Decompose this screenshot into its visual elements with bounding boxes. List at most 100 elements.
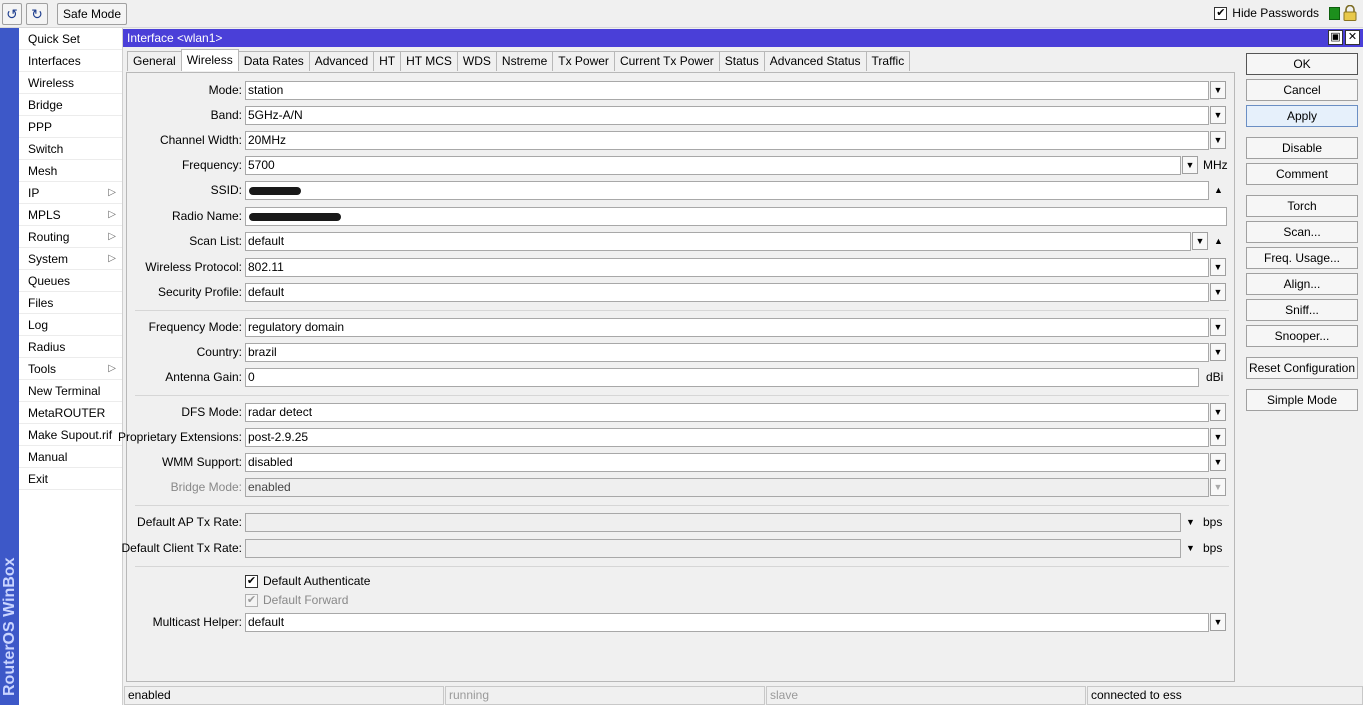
- menu-item-new-terminal[interactable]: New Terminal: [19, 380, 122, 402]
- menu-item-mpls[interactable]: MPLS ▷: [19, 204, 122, 226]
- tab-traffic[interactable]: Traffic: [865, 51, 911, 71]
- multicast-helper-dropdown-icon[interactable]: ▼: [1210, 613, 1226, 631]
- wmm-support-field[interactable]: disabled: [245, 453, 1209, 472]
- wmm-support-dropdown-icon[interactable]: ▼: [1210, 453, 1226, 471]
- menu-item-queues[interactable]: Queues: [19, 270, 122, 292]
- country-field[interactable]: brazil: [245, 343, 1209, 362]
- restore-icon[interactable]: ▣: [1328, 30, 1343, 45]
- disable-button[interactable]: Disable: [1246, 137, 1358, 159]
- menu-item-exit[interactable]: Exit: [19, 468, 122, 490]
- ssid-collapse-icon[interactable]: ▲: [1214, 185, 1223, 195]
- frequency-mode-field[interactable]: regulatory domain: [245, 318, 1209, 337]
- menu-item-radius[interactable]: Radius: [19, 336, 122, 358]
- menu-item-label: Radius: [28, 340, 66, 354]
- antenna-gain-field[interactable]: 0: [245, 368, 1199, 387]
- proprietary-extensions-field[interactable]: post-2.9.25: [245, 428, 1209, 447]
- channel-width-field[interactable]: 20MHz: [245, 131, 1209, 150]
- menu-item-files[interactable]: Files: [19, 292, 122, 314]
- menu-item-bridge[interactable]: Bridge: [19, 94, 122, 116]
- comment-button[interactable]: Comment: [1246, 163, 1358, 185]
- wireless-protocol-field[interactable]: 802.11: [245, 258, 1209, 277]
- default-authenticate-checkbox[interactable]: ✔: [245, 574, 258, 588]
- tab-nstreme[interactable]: Nstreme: [495, 51, 554, 71]
- band-field[interactable]: 5GHz-A/N: [245, 106, 1209, 125]
- scan-button[interactable]: Scan...: [1246, 221, 1358, 243]
- menu-item-quick-set[interactable]: Quick Set: [19, 28, 122, 50]
- sniff-button[interactable]: Sniff...: [1246, 299, 1358, 321]
- tab-status[interactable]: Status: [718, 51, 765, 71]
- close-icon[interactable]: ✕: [1345, 30, 1360, 45]
- snooper-button[interactable]: Snooper...: [1246, 325, 1358, 347]
- tab-general[interactable]: General: [127, 51, 182, 71]
- menu-item-label: Routing: [28, 230, 70, 244]
- status-indicator-icon: [1329, 7, 1340, 20]
- radio-name-field[interactable]: [245, 207, 1227, 226]
- frequency-mode-dropdown-icon[interactable]: ▼: [1210, 318, 1226, 336]
- menu-item-metarouter[interactable]: MetaROUTER: [19, 402, 122, 424]
- dfs-mode-dropdown-icon[interactable]: ▼: [1210, 403, 1226, 421]
- ssid-field[interactable]: [245, 181, 1209, 200]
- frequency-dropdown-icon[interactable]: ▼: [1182, 156, 1198, 174]
- mode-dropdown-icon[interactable]: ▼: [1210, 81, 1226, 99]
- safe-mode-button[interactable]: Safe Mode: [57, 3, 127, 25]
- menu-item-make-supout-rif[interactable]: Make Supout.rif: [19, 424, 122, 446]
- default-client-tx-rate-field[interactable]: [245, 539, 1181, 558]
- tab-wds[interactable]: WDS: [456, 51, 497, 71]
- hide-passwords-checkbox[interactable]: ✔: [1214, 6, 1228, 20]
- window-titlebar[interactable]: Interface <wlan1> ▣ ✕: [123, 29, 1363, 47]
- tab-advanced[interactable]: Advanced: [308, 51, 375, 71]
- tab-wireless[interactable]: Wireless: [180, 49, 239, 71]
- menu-item-label: Interfaces: [28, 54, 81, 68]
- tab-bar: General Wireless Data Rates Advanced HT HT MC…: [127, 49, 911, 71]
- menu-item-log[interactable]: Log: [19, 314, 122, 336]
- default-ap-tx-rate-field[interactable]: [245, 513, 1181, 532]
- country-dropdown-icon[interactable]: ▼: [1210, 343, 1226, 361]
- undo-icon[interactable]: ↺: [2, 3, 22, 25]
- security-profile-dropdown-icon[interactable]: ▼: [1210, 283, 1226, 301]
- tab-ht[interactable]: HT: [373, 51, 402, 71]
- menu-item-manual[interactable]: Manual: [19, 446, 122, 468]
- menu-item-ip[interactable]: IP ▷: [19, 182, 122, 204]
- security-profile-field[interactable]: default: [245, 283, 1209, 302]
- channel-width-dropdown-icon[interactable]: ▼: [1210, 131, 1226, 149]
- simple-mode-button[interactable]: Simple Mode: [1246, 389, 1358, 411]
- separator: [135, 310, 1229, 311]
- tab-current-tx-power[interactable]: Current Tx Power: [613, 51, 720, 71]
- tab-ht-mcs[interactable]: HT MCS: [400, 51, 458, 71]
- wireless-protocol-dropdown-icon[interactable]: ▼: [1210, 258, 1226, 276]
- menu-item-system[interactable]: System ▷: [19, 248, 122, 270]
- scan-list-field[interactable]: default: [245, 232, 1191, 251]
- default-ap-tx-rate-expand-icon[interactable]: ▼: [1186, 517, 1195, 527]
- menu-item-wireless[interactable]: Wireless: [19, 72, 122, 94]
- default-authenticate-toggle[interactable]: ✔ Default Authenticate: [245, 574, 370, 588]
- menu-item-tools[interactable]: Tools ▷: [19, 358, 122, 380]
- tab-data-rates[interactable]: Data Rates: [237, 51, 310, 71]
- multicast-helper-field[interactable]: default: [245, 613, 1209, 632]
- band-dropdown-icon[interactable]: ▼: [1210, 106, 1226, 124]
- frequency-field[interactable]: 5700: [245, 156, 1181, 175]
- mode-field[interactable]: station: [245, 81, 1209, 100]
- default-client-tx-rate-expand-icon[interactable]: ▼: [1186, 543, 1195, 553]
- scan-list-collapse-icon[interactable]: ▲: [1214, 236, 1223, 246]
- dfs-mode-field[interactable]: radar detect: [245, 403, 1209, 422]
- scan-list-dropdown-icon[interactable]: ▼: [1192, 232, 1208, 250]
- menu-item-switch[interactable]: Switch: [19, 138, 122, 160]
- status-running: running: [445, 686, 765, 705]
- reset-configuration-button[interactable]: Reset Configuration: [1246, 357, 1358, 379]
- menu-item-ppp[interactable]: PPP: [19, 116, 122, 138]
- menu-item-mesh[interactable]: Mesh: [19, 160, 122, 182]
- redo-icon[interactable]: ↻: [26, 3, 48, 25]
- proprietary-extensions-dropdown-icon[interactable]: ▼: [1210, 428, 1226, 446]
- tab-advanced-status[interactable]: Advanced Status: [763, 51, 867, 71]
- apply-button[interactable]: Apply: [1246, 105, 1358, 127]
- ok-button[interactable]: OK: [1246, 53, 1358, 75]
- menu-item-interfaces[interactable]: Interfaces: [19, 50, 122, 72]
- torch-button[interactable]: Torch: [1246, 195, 1358, 217]
- cancel-button[interactable]: Cancel: [1246, 79, 1358, 101]
- freq-usage-button[interactable]: Freq. Usage...: [1246, 247, 1358, 269]
- channel-width-label: Channel Width:: [159, 133, 242, 147]
- tab-tx-power[interactable]: Tx Power: [552, 51, 615, 71]
- menu-item-routing[interactable]: Routing ▷: [19, 226, 122, 248]
- align-button[interactable]: Align...: [1246, 273, 1358, 295]
- hide-passwords-toggle[interactable]: ✔ Hide Passwords: [1214, 6, 1319, 20]
